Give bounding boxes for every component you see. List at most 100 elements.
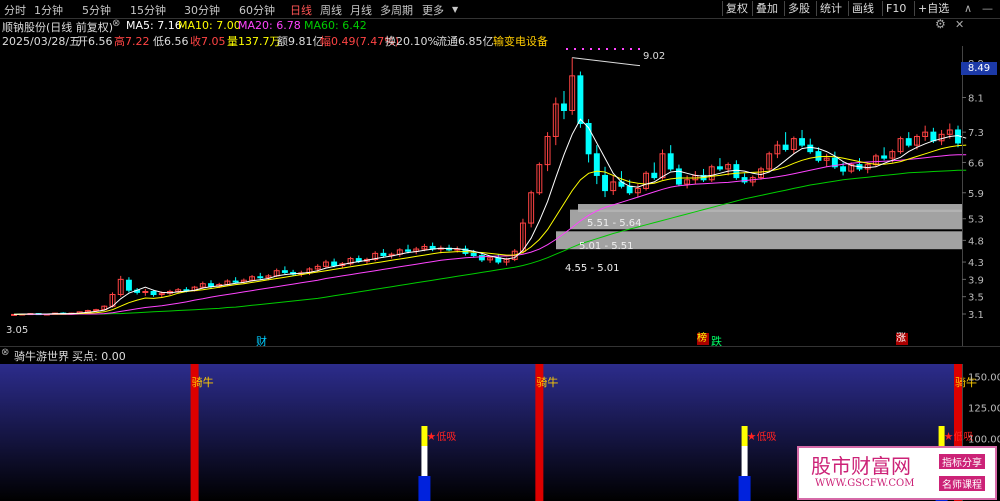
tab-monthly[interactable]: 月线 [350,2,372,18]
candle-body [125,279,132,291]
top-dot [566,48,568,50]
signal-label: 骑牛 [192,375,214,389]
ma10-label: MA10: 7.00 [178,19,241,32]
event-rise-marker[interactable]: 涨 [896,333,908,345]
candle-body [651,172,658,179]
indicator-settings-icon[interactable]: ⊗ [1,347,9,358]
price-tick-label: 7.3 [968,128,984,139]
collapse-icon[interactable]: ∧ [961,1,975,16]
top-dot [630,48,632,50]
indicator-tick-label: 100.00 [968,435,1000,446]
zone2-label: 5.01 - 5.51 [579,241,634,252]
indicator-tick-label: 125.00 [968,404,1000,415]
low-buy-white [421,446,428,476]
top-dot [622,48,624,50]
candle-body [881,155,888,159]
draw-line-button[interactable]: 画线 [848,1,877,16]
tab-15min[interactable]: 15分钟 [130,2,166,18]
low-buy-blue [738,476,751,501]
price-tick-label: 4.3 [968,258,984,269]
candle-body [478,255,485,261]
low-buy-star: ★ [944,430,954,443]
indicator-value: 买点: 0.00 [72,350,126,363]
candle-body [405,249,411,252]
tab-5min[interactable]: 5分钟 [82,2,111,18]
current-price-tag: 8.49 [961,62,997,75]
event-rank-marker[interactable]: 榜 [697,333,709,345]
price-tick-label: 5.9 [968,189,984,200]
more-dropdown-icon[interactable]: ▼ [452,5,458,14]
candle-body [905,138,912,146]
watermark-tag-share: 指标分享 [939,454,985,469]
candle-body [561,103,567,111]
top-dot [598,48,600,50]
period-toolbar: 分时 1分钟 5分钟 15分钟 30分钟 60分钟 日线 周线 月线 多周期 更… [0,0,1000,19]
tab-1min[interactable]: 1分钟 [34,2,63,18]
top-dot [606,48,608,50]
price-tick-label: 3.9 [968,275,984,286]
candle-body [331,261,338,267]
candle-body [716,166,723,170]
zone1-label: 5.51 - 5.64 [587,218,642,229]
ma10-line [14,144,967,315]
fuquan-button[interactable]: 复权 [722,1,751,16]
tab-fenshi[interactable]: 分时 [4,2,26,18]
tab-multi-period[interactable]: 多周期 [380,2,413,18]
tab-60min[interactable]: 60分钟 [239,2,275,18]
price-tick-label: 4.8 [968,236,984,247]
statistics-button[interactable]: 统计 [816,1,845,16]
candlestick-chart[interactable]: 8.98.17.36.65.95.34.84.33.93.53.1 [0,46,1000,346]
candle-body [782,144,789,150]
max-price-label: 9.02 [643,51,666,62]
candle-body [470,252,477,257]
tab-more[interactable]: 更多 [422,2,444,18]
indicator-name[interactable]: 骑牛游世界 [14,348,69,364]
candle-body [577,75,584,124]
ma-settings-icon[interactable]: ⊗ [112,18,120,29]
overlay-button[interactable]: 叠加 [752,1,781,16]
price-tick-label: 6.6 [968,158,984,169]
candle-body [733,164,740,179]
candle-body [142,290,149,293]
watermark-tag-course: 名师课程 [939,476,985,491]
multi-stock-button[interactable]: 多股 [784,1,813,16]
settings-gear-icon[interactable]: ⚙ [935,17,946,31]
top-dot [574,48,576,50]
close-overlay-icon[interactable]: ✕ [955,18,964,31]
candle-body [626,185,633,194]
watermark: 股市财富网 WWW.GSCFW.COM 指标分享 名师课程 [797,446,997,500]
add-favorite-button[interactable]: +自选 [914,1,952,16]
low-buy-star: ★ [747,430,757,443]
ma20-label: MA20: 6.78 [238,19,301,32]
zone3-label: 4.55 - 5.01 [565,263,620,274]
candle-body [355,258,362,262]
candle-body [150,290,157,296]
tab-30min[interactable]: 30分钟 [184,2,220,18]
tab-weekly[interactable]: 周线 [320,2,342,18]
top-dot [614,48,616,50]
signal-label: 骑牛 [536,375,558,389]
candle-body [281,270,288,273]
candle-body [799,138,805,146]
watermark-name: 股市财富网 [811,454,911,478]
price-tick-label: 3.1 [968,310,984,321]
low-buy-star: ★ [426,430,436,443]
candle-body [667,153,674,170]
indicator-tick-label: 150.00 [968,372,1000,383]
top-dot [638,48,640,50]
candle-body [93,309,100,312]
f10-button[interactable]: F10 [882,1,909,16]
low-buy-white [741,446,748,476]
min-price-label: 3.05 [6,325,29,336]
minimize-icon[interactable]: — [979,1,996,16]
candle-body [232,280,239,283]
panel-divider [0,346,1000,347]
low-buy-blue [418,476,431,501]
candle-body [815,151,822,161]
price-tick-label: 3.5 [968,293,984,304]
candle-body [807,144,814,153]
ma60-label: MA60: 6.42 [304,19,367,32]
tab-daily[interactable]: 日线 [290,2,312,18]
watermark-url: WWW.GSCFW.COM [815,478,915,489]
candle-body [257,276,264,279]
